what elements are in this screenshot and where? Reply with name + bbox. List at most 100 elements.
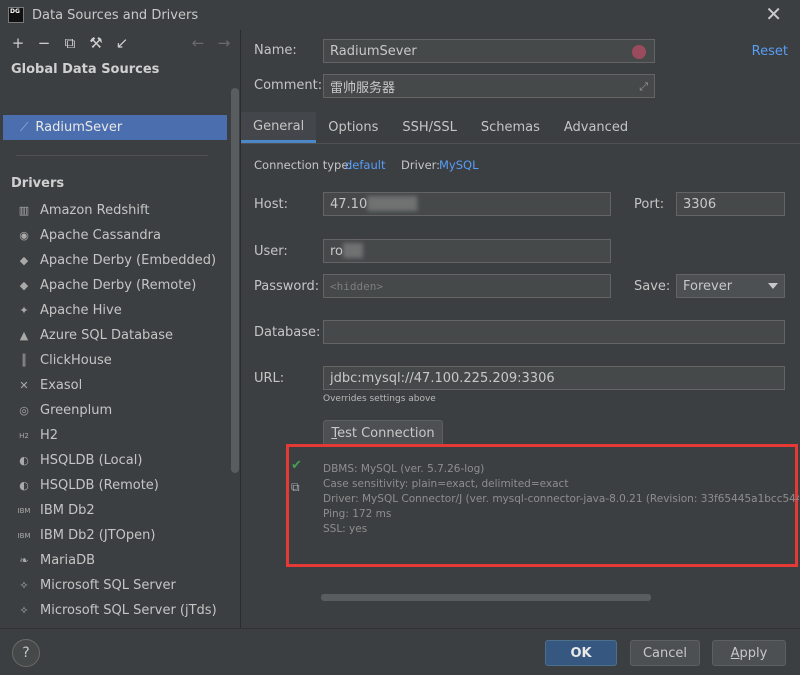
mssql-icon: ✧ xyxy=(19,604,29,617)
expand-icon[interactable]: ⤢ xyxy=(639,80,648,94)
back-arrow-icon[interactable]: ← xyxy=(188,33,208,53)
driver-item[interactable]: IBM IBM Db2 xyxy=(0,498,230,523)
cassandra-icon: ◉ xyxy=(19,229,29,242)
azure-icon: ▲ xyxy=(19,329,29,342)
database-label: Database: xyxy=(254,325,321,340)
driver-item[interactable]: ◎ Greenplum xyxy=(0,398,230,423)
comment-value: 雷帅服务器 xyxy=(330,80,396,96)
result-line: Driver: MySQL Connector/J (ver. mysql-co… xyxy=(323,493,799,505)
driver-item[interactable]: ◉ Apache Cassandra xyxy=(0,223,230,248)
connection-type-link[interactable]: default xyxy=(345,158,385,172)
driver-link[interactable]: MySQL xyxy=(439,158,479,172)
driver-item[interactable]: ◆ Apache Derby (Embedded) xyxy=(0,248,230,273)
copy-icon[interactable]: ⧉ xyxy=(291,480,300,495)
tab-advanced[interactable]: Advanced xyxy=(552,112,640,143)
ok-label: OK xyxy=(570,645,592,661)
data-source-label: RadiumSever xyxy=(35,120,123,135)
duplicate-icon[interactable]: ⧉ xyxy=(60,33,80,53)
tab-ssh-ssl[interactable]: SSH/SSL xyxy=(390,112,468,143)
driver-item[interactable]: ▥ Amazon Redshift xyxy=(0,198,230,223)
port-field[interactable]: 3306 xyxy=(676,192,785,216)
data-source-item[interactable]: ⟋ RadiumSever xyxy=(3,115,227,140)
url-hint: Overrides settings above xyxy=(323,394,436,404)
help-button[interactable]: ? xyxy=(12,639,40,667)
tab-bar: General Options SSH/SSL Schemas Advanced xyxy=(241,112,800,144)
driver-label: IBM Db2 (JTOpen) xyxy=(40,528,156,543)
apply-label: Apply xyxy=(730,645,768,661)
global-data-sources-title: Global Data Sources xyxy=(11,62,160,77)
driver-item[interactable]: ◐ HSQLDB (Remote) xyxy=(0,473,230,498)
save-label: Save: xyxy=(634,279,671,294)
password-placeholder: <hidden> xyxy=(330,279,383,293)
name-label: Name: xyxy=(254,43,297,58)
close-icon[interactable]: ✕ xyxy=(765,4,782,24)
tab-schemas[interactable]: Schemas xyxy=(469,112,552,143)
port-value: 3306 xyxy=(683,196,717,212)
save-select[interactable]: Forever xyxy=(676,274,785,298)
chevron-down-icon xyxy=(768,283,778,289)
driver-label: Driver: xyxy=(401,158,441,172)
driver-item[interactable]: ◐ HSQLDB (Local) xyxy=(0,448,230,473)
apply-button[interactable]: Apply xyxy=(712,640,786,666)
app-logo-icon: DG xyxy=(8,7,24,23)
driver-item[interactable]: ❧ MariaDB xyxy=(0,548,230,573)
main-panel: Name: RadiumSever Reset Comment: 雷帅服务器 ⤢… xyxy=(241,30,800,628)
password-label: Password: xyxy=(254,279,320,294)
wrench-icon[interactable]: ⚒ xyxy=(86,33,106,53)
host-field[interactable]: 47.10 ▒▒▒▒▒ xyxy=(323,192,611,216)
database-field[interactable] xyxy=(323,320,785,344)
driver-label: Microsoft SQL Server (jTds) xyxy=(40,603,217,618)
sidebar-scrollbar[interactable] xyxy=(231,88,239,473)
url-label: URL: xyxy=(254,371,285,386)
driver-item[interactable]: ▲ Azure SQL Database xyxy=(0,323,230,348)
test-connection-label: Test Connection xyxy=(331,425,435,441)
test-connection-button[interactable]: Test Connection xyxy=(323,420,443,446)
import-icon[interactable]: ↙ xyxy=(112,33,132,53)
driver-label: H2 xyxy=(40,428,59,443)
cancel-button[interactable]: Cancel xyxy=(630,640,700,666)
driver-label: HSQLDB (Local) xyxy=(40,453,143,468)
driver-label: Microsoft SQL Server xyxy=(40,578,176,593)
tab-general[interactable]: General xyxy=(241,112,317,143)
driver-label: Apache Hive xyxy=(40,303,122,318)
driver-item[interactable]: ✦ Apache Hive xyxy=(0,298,230,323)
derby-icon: ◆ xyxy=(19,254,29,267)
horizontal-scrollbar[interactable] xyxy=(321,594,651,601)
driver-item[interactable]: ◆ Apache Derby (Remote) xyxy=(0,273,230,298)
cancel-label: Cancel xyxy=(642,645,688,661)
checkmark-icon: ✔ xyxy=(291,458,302,473)
driver-label: Amazon Redshift xyxy=(40,203,150,218)
reset-link[interactable]: Reset xyxy=(752,44,788,59)
url-field[interactable]: jdbc:mysql://47.100.225.209:3306 xyxy=(323,366,785,390)
driver-item[interactable]: H2 H2 xyxy=(0,423,230,448)
comment-field[interactable]: 雷帅服务器 ⤢ xyxy=(323,74,655,98)
ibm-db2-icon: IBM xyxy=(17,531,31,540)
ok-button[interactable]: OK xyxy=(545,640,617,666)
forward-arrow-icon[interactable]: → xyxy=(214,33,234,53)
comment-label: Comment: xyxy=(254,78,323,93)
remove-icon[interactable]: − xyxy=(34,33,54,53)
driver-label: Apache Derby (Remote) xyxy=(40,278,197,293)
driver-label: MariaDB xyxy=(40,553,96,568)
driver-item[interactable]: ✧ Microsoft SQL Server (jTds) xyxy=(0,598,230,623)
password-field[interactable]: <hidden> xyxy=(323,274,611,298)
driver-label: Azure SQL Database xyxy=(40,328,174,343)
tab-options[interactable]: Options xyxy=(316,112,390,143)
name-field[interactable]: RadiumSever xyxy=(323,39,655,63)
result-line: SSL: yes xyxy=(323,523,368,535)
connection-type-label: Connection type: xyxy=(254,158,353,172)
driver-item[interactable]: IBM IBM Db2 (JTOpen) xyxy=(0,523,230,548)
redshift-icon: ▥ xyxy=(18,204,30,217)
help-icon: ? xyxy=(22,645,30,661)
derby-icon: ◆ xyxy=(19,279,29,292)
driver-label: HSQLDB (Remote) xyxy=(40,478,159,493)
driver-item[interactable]: ║ ClickHouse xyxy=(0,348,230,373)
user-field[interactable]: ro ▒▒ xyxy=(323,239,611,263)
host-value: 47.10 xyxy=(330,196,368,212)
color-indicator-icon[interactable] xyxy=(632,45,646,59)
add-icon[interactable]: + xyxy=(8,33,28,53)
driver-item[interactable]: ✕ Exasol xyxy=(0,373,230,398)
test-result: DBMS: MySQL (ver. 5.7.26-log) Case sensit… xyxy=(323,462,799,537)
hive-icon: ✦ xyxy=(19,304,29,317)
driver-item[interactable]: ✧ Microsoft SQL Server xyxy=(0,573,230,598)
